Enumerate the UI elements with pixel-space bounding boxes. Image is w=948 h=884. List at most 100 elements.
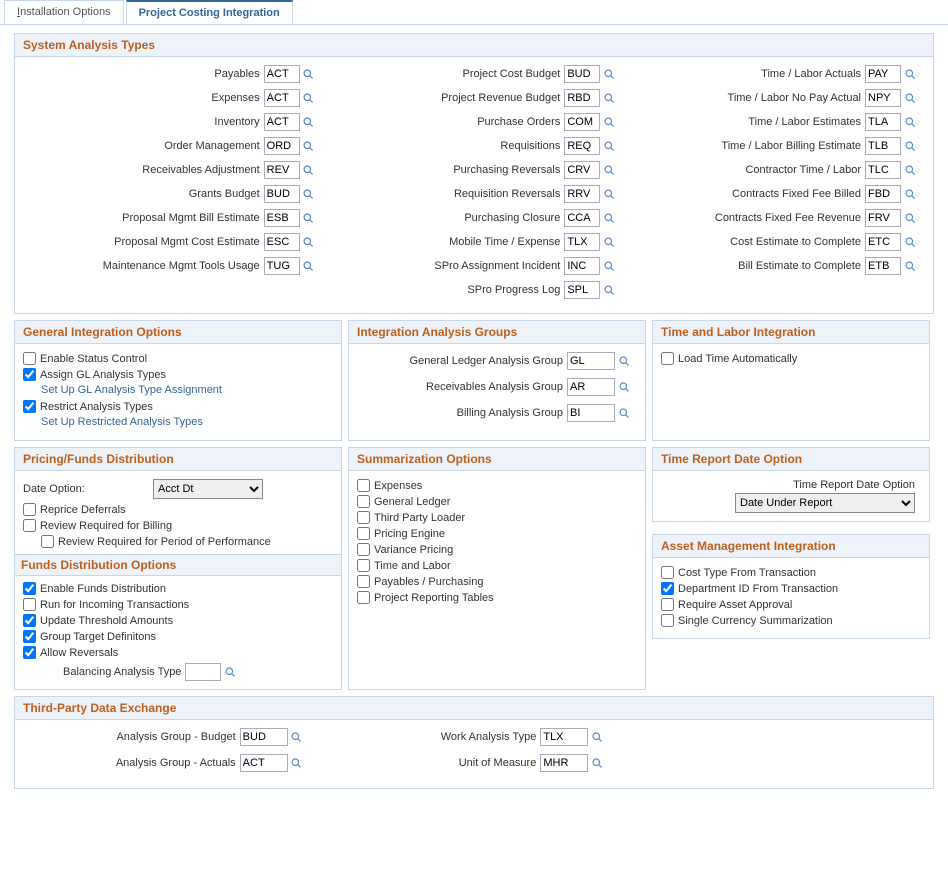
lookup-icon[interactable]: [903, 67, 917, 81]
chk-require-asset-approval[interactable]: [661, 598, 674, 611]
sat-field-input[interactable]: [865, 233, 901, 251]
sat-field-input[interactable]: [264, 137, 300, 155]
chk-sum-variance-pricing[interactable]: [357, 543, 370, 556]
sat-field-input[interactable]: [564, 209, 600, 227]
chk-reprice-deferrals[interactable]: [23, 503, 36, 516]
lookup-icon[interactable]: [223, 665, 237, 679]
lookup-icon[interactable]: [903, 259, 917, 273]
lookup-icon[interactable]: [903, 139, 917, 153]
lookup-icon[interactable]: [302, 115, 316, 129]
input-unit-of-measure[interactable]: [540, 754, 588, 772]
lookup-icon[interactable]: [903, 187, 917, 201]
tab-installation-options[interactable]: Installation Options: [4, 0, 124, 24]
lookup-icon[interactable]: [602, 139, 616, 153]
lookup-icon[interactable]: [602, 211, 616, 225]
sat-field-input[interactable]: [264, 185, 300, 203]
sat-field-input[interactable]: [865, 185, 901, 203]
chk-sum-project-reporting-tables[interactable]: [357, 591, 370, 604]
chk-sum-time-and-labor[interactable]: [357, 559, 370, 572]
lookup-icon[interactable]: [602, 115, 616, 129]
lookup-icon[interactable]: [590, 730, 604, 744]
link-setup-gl-analysis-type-assignment[interactable]: Set Up GL Analysis Type Assignment: [41, 384, 333, 396]
sat-field-input[interactable]: [564, 113, 600, 131]
sat-field-input[interactable]: [865, 113, 901, 131]
sat-field-input[interactable]: [264, 209, 300, 227]
lookup-icon[interactable]: [302, 235, 316, 249]
lookup-icon[interactable]: [903, 163, 917, 177]
lookup-icon[interactable]: [602, 163, 616, 177]
lookup-icon[interactable]: [617, 354, 631, 368]
lookup-icon[interactable]: [302, 259, 316, 273]
tab-project-costing-integration[interactable]: Project Costing Integration: [126, 0, 293, 24]
lookup-icon[interactable]: [302, 187, 316, 201]
sat-field-input[interactable]: [564, 185, 600, 203]
sat-field-input[interactable]: [865, 209, 901, 227]
chk-sum-third-party-loader[interactable]: [357, 511, 370, 524]
lookup-icon[interactable]: [302, 139, 316, 153]
chk-load-time-automatically[interactable]: [661, 352, 674, 365]
chk-single-currency-summarization[interactable]: [661, 614, 674, 627]
sat-field-input[interactable]: [865, 137, 901, 155]
sat-field-input[interactable]: [264, 65, 300, 83]
sat-field-input[interactable]: [264, 161, 300, 179]
input-work-analysis-type[interactable]: [540, 728, 588, 746]
chk-enable-funds-distribution[interactable]: [23, 582, 36, 595]
chk-restrict-analysis-types[interactable]: [23, 400, 36, 413]
lookup-icon[interactable]: [602, 91, 616, 105]
sat-field-input[interactable]: [564, 161, 600, 179]
input-analysis-group-budget[interactable]: [240, 728, 288, 746]
lookup-icon[interactable]: [290, 730, 304, 744]
sat-field-input[interactable]: [264, 233, 300, 251]
lookup-icon[interactable]: [590, 756, 604, 770]
chk-department-id-from-transaction[interactable]: [661, 582, 674, 595]
sat-field-input[interactable]: [865, 89, 901, 107]
chk-review-required-period[interactable]: [41, 535, 54, 548]
chk-enable-status-control[interactable]: [23, 352, 36, 365]
select-time-report-date-option[interactable]: Date Under Report: [735, 493, 915, 513]
link-setup-restricted-analysis-types[interactable]: Set Up Restricted Analysis Types: [41, 416, 333, 428]
lookup-icon[interactable]: [602, 67, 616, 81]
sat-field-input[interactable]: [564, 137, 600, 155]
chk-sum-payables-purchasing[interactable]: [357, 575, 370, 588]
chk-update-threshold-amounts[interactable]: [23, 614, 36, 627]
input-gl-analysis-group[interactable]: [567, 352, 615, 370]
sat-field-input[interactable]: [264, 113, 300, 131]
lookup-icon[interactable]: [602, 235, 616, 249]
chk-sum-pricing-engine[interactable]: [357, 527, 370, 540]
lookup-icon[interactable]: [602, 187, 616, 201]
lookup-icon[interactable]: [617, 380, 631, 394]
input-receivables-analysis-group[interactable]: [567, 378, 615, 396]
lookup-icon[interactable]: [903, 115, 917, 129]
sat-field-input[interactable]: [865, 257, 901, 275]
sat-field-input[interactable]: [564, 281, 600, 299]
lookup-icon[interactable]: [302, 211, 316, 225]
lookup-icon[interactable]: [602, 283, 616, 297]
sat-field-input[interactable]: [564, 89, 600, 107]
sat-field-input[interactable]: [264, 257, 300, 275]
lookup-icon[interactable]: [302, 163, 316, 177]
chk-allow-reversals[interactable]: [23, 646, 36, 659]
input-analysis-group-actuals[interactable]: [240, 754, 288, 772]
sat-field-input[interactable]: [865, 65, 901, 83]
sat-field-input[interactable]: [564, 233, 600, 251]
lookup-icon[interactable]: [602, 259, 616, 273]
select-date-option[interactable]: Acct Dt: [153, 479, 263, 499]
chk-cost-type-from-transaction[interactable]: [661, 566, 674, 579]
chk-sum-general-ledger[interactable]: [357, 495, 370, 508]
chk-group-target-definitions[interactable]: [23, 630, 36, 643]
input-balancing-analysis-type[interactable]: [185, 663, 221, 681]
chk-review-required-billing[interactable]: [23, 519, 36, 532]
lookup-icon[interactable]: [302, 67, 316, 81]
lookup-icon[interactable]: [903, 235, 917, 249]
sat-field-input[interactable]: [564, 257, 600, 275]
lookup-icon[interactable]: [290, 756, 304, 770]
sat-field-input[interactable]: [264, 89, 300, 107]
lookup-icon[interactable]: [903, 91, 917, 105]
lookup-icon[interactable]: [302, 91, 316, 105]
sat-field-input[interactable]: [865, 161, 901, 179]
chk-run-incoming-transactions[interactable]: [23, 598, 36, 611]
lookup-icon[interactable]: [903, 211, 917, 225]
chk-assign-gl-analysis-types[interactable]: [23, 368, 36, 381]
sat-field-input[interactable]: [564, 65, 600, 83]
chk-sum-expenses[interactable]: [357, 479, 370, 492]
